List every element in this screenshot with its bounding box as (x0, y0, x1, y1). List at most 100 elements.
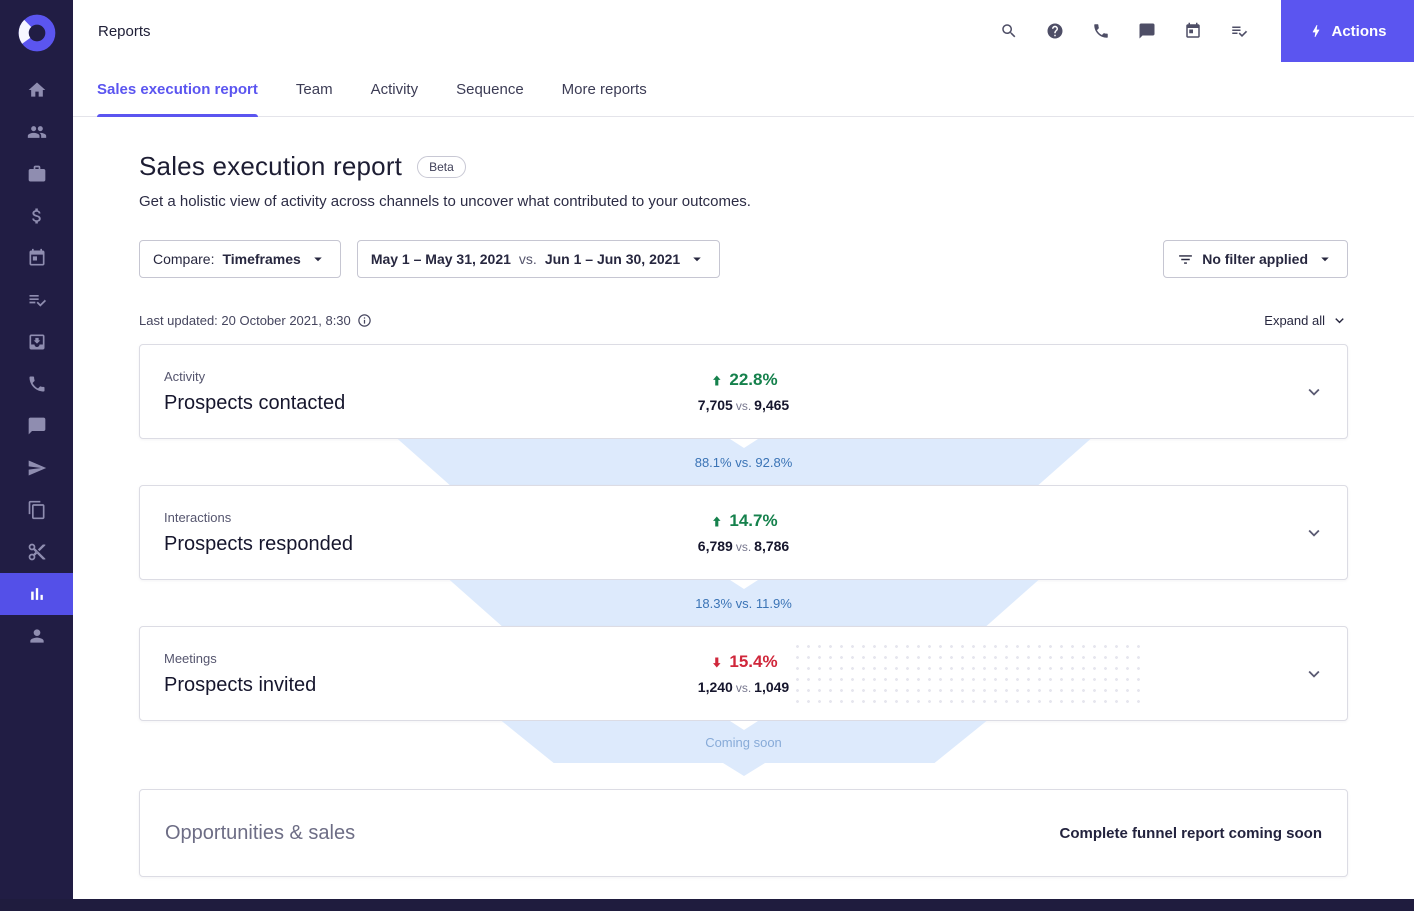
lightning-bolt-icon (1313, 25, 1320, 37)
tasks-icon[interactable] (1230, 22, 1248, 40)
sidebar-item-sequences[interactable] (0, 279, 73, 321)
stage-title: Prospects responded (164, 532, 354, 555)
main-area: Reports Actions Sales execution report T… (73, 0, 1414, 911)
tab-label: Team (295, 80, 333, 98)
phone-icon (29, 376, 44, 392)
final-stage-title: Opportunities & sales (165, 821, 356, 844)
beta-badge: Beta (417, 155, 466, 178)
coming-soon-note: Complete funnel report coming soon (1059, 824, 1322, 842)
stage-metrics: 14.7% 6,789 vs. 8,786 (698, 511, 789, 554)
expand-stage-button[interactable] (1297, 375, 1331, 409)
inbox-icon (29, 334, 44, 350)
dot-pattern-decoration (791, 641, 1142, 706)
sidebar-item-accounts[interactable] (0, 153, 73, 195)
caret-down-icon (1321, 257, 1329, 262)
funnel-connector-2: 18.3% vs. 11.9% (139, 580, 1348, 626)
filter-icon (1179, 254, 1193, 264)
funnel-connector-1: 88.1% vs. 92.8% (139, 439, 1348, 485)
stage-metrics: 22.8% 7,705 vs. 9,465 (698, 370, 789, 413)
info-icon[interactable] (357, 313, 372, 328)
stage-value-a: 7,705 (697, 397, 733, 413)
stage-value-a: 6,789 (697, 538, 733, 554)
arrow-up-icon (713, 516, 721, 526)
stage-change: 15.4% (698, 652, 789, 672)
compare-value: Timeframes (222, 251, 301, 267)
tab-activity[interactable]: Activity (371, 62, 419, 116)
arrow-down-icon (713, 657, 721, 667)
bottom-edge-bar (0, 899, 1414, 911)
sidebar-item-prospects[interactable] (0, 111, 73, 153)
tab-label: Sales execution report (97, 80, 258, 98)
filter-dropdown[interactable]: No filter applied (1163, 240, 1348, 278)
tab-label: More reports (561, 80, 647, 98)
last-updated: Last updated: 20 October 2021, 8:30 (139, 313, 372, 328)
vs-label: vs. (518, 251, 537, 267)
vs-label: vs. (735, 540, 752, 554)
compare-label: Compare: (153, 251, 215, 267)
timeframe-dropdown[interactable]: May 1 – May 31, 2021 vs. Jun 1 – Jun 30,… (356, 240, 721, 278)
vs-label: vs. (735, 681, 752, 695)
outreach-logo[interactable] (17, 13, 57, 53)
sidebar-item-calls[interactable] (0, 363, 73, 405)
chevron-down-icon (1308, 670, 1320, 678)
stage-info: Meetings Prospects invited (140, 651, 316, 697)
sidebar-item-opportunities[interactable] (0, 195, 73, 237)
sidebar-item-chat[interactable] (0, 405, 73, 447)
funnel-down-arrow (722, 763, 765, 776)
stage-category: Activity (164, 368, 206, 384)
sidebar-item-calendar[interactable] (0, 237, 73, 279)
call-icon[interactable] (1092, 22, 1110, 40)
help-icon[interactable] (1046, 22, 1064, 40)
sidebar (0, 0, 73, 911)
actions-button-label: Actions (1331, 22, 1387, 40)
tab-sequence[interactable]: Sequence (456, 62, 524, 116)
dollar-icon (31, 208, 41, 224)
sidebar-item-outbox[interactable] (0, 447, 73, 489)
actions-button[interactable]: Actions (1281, 0, 1414, 62)
arrow-up-icon (713, 375, 721, 385)
conversion-rate: 88.1% vs. 92.8% (694, 454, 793, 470)
chat-icon[interactable] (1138, 22, 1156, 40)
stage-values: 7,705 vs. 9,465 (698, 397, 789, 413)
sidebar-item-reports[interactable] (0, 573, 73, 615)
stage-change-value: 22.8% (729, 370, 778, 389)
meta-row: Last updated: 20 October 2021, 8:30 Expa… (139, 312, 1348, 329)
opportunities-sales-card: Opportunities & sales Complete funnel re… (139, 789, 1348, 877)
calendar-icon[interactable] (1184, 22, 1202, 40)
stage-metrics: 15.4% 1,240 vs. 1,049 (698, 652, 789, 695)
compare-dropdown[interactable]: Compare: Timeframes (139, 240, 341, 278)
expand-all-button[interactable]: Expand all (1264, 312, 1348, 329)
sidebar-item-snippets[interactable] (0, 531, 73, 573)
sidebar-item-templates[interactable] (0, 489, 73, 531)
outreach-logo-icon (18, 14, 55, 52)
chevron-down-icon (1308, 529, 1320, 537)
tab-more-reports[interactable]: More reports (562, 62, 647, 116)
sidebar-item-profile[interactable] (0, 615, 73, 657)
conversion-rate: 18.3% vs. 11.9% (695, 595, 792, 611)
tasks-icon (29, 295, 46, 307)
stage-category: Meetings (164, 650, 217, 666)
copy-icon (28, 500, 44, 520)
stage-title: Prospects invited (164, 673, 317, 696)
search-icon[interactable] (1000, 22, 1018, 40)
timeframe-b: Jun 1 – Jun 30, 2021 (544, 251, 681, 267)
stage-card-prospects-responded: Interactions Prospects responded 14.7% 6… (139, 485, 1348, 580)
page-section-title: Reports (98, 22, 151, 40)
tab-team[interactable]: Team (296, 62, 333, 116)
expand-stage-button[interactable] (1297, 516, 1331, 550)
topbar-icons (1000, 22, 1281, 40)
expand-stage-button[interactable] (1297, 657, 1331, 691)
app-window: Reports Actions Sales execution report T… (0, 0, 1414, 911)
bar-chart-icon (30, 588, 43, 600)
stage-value-b: 9,465 (754, 397, 790, 413)
vs-label: vs. (735, 399, 752, 413)
tab-sales-execution-report[interactable]: Sales execution report (97, 62, 258, 117)
stage-change-value: 14.7% (729, 511, 778, 530)
sidebar-item-inbox[interactable] (0, 321, 73, 363)
stage-title: Prospects contacted (164, 391, 346, 414)
funnel-connector-3: Coming soon (139, 721, 1348, 776)
report-content: Sales execution report Beta Get a holist… (73, 117, 1414, 911)
briefcase-icon (28, 165, 45, 182)
sidebar-item-home[interactable] (0, 69, 73, 111)
chevron-down-icon (1308, 388, 1320, 396)
